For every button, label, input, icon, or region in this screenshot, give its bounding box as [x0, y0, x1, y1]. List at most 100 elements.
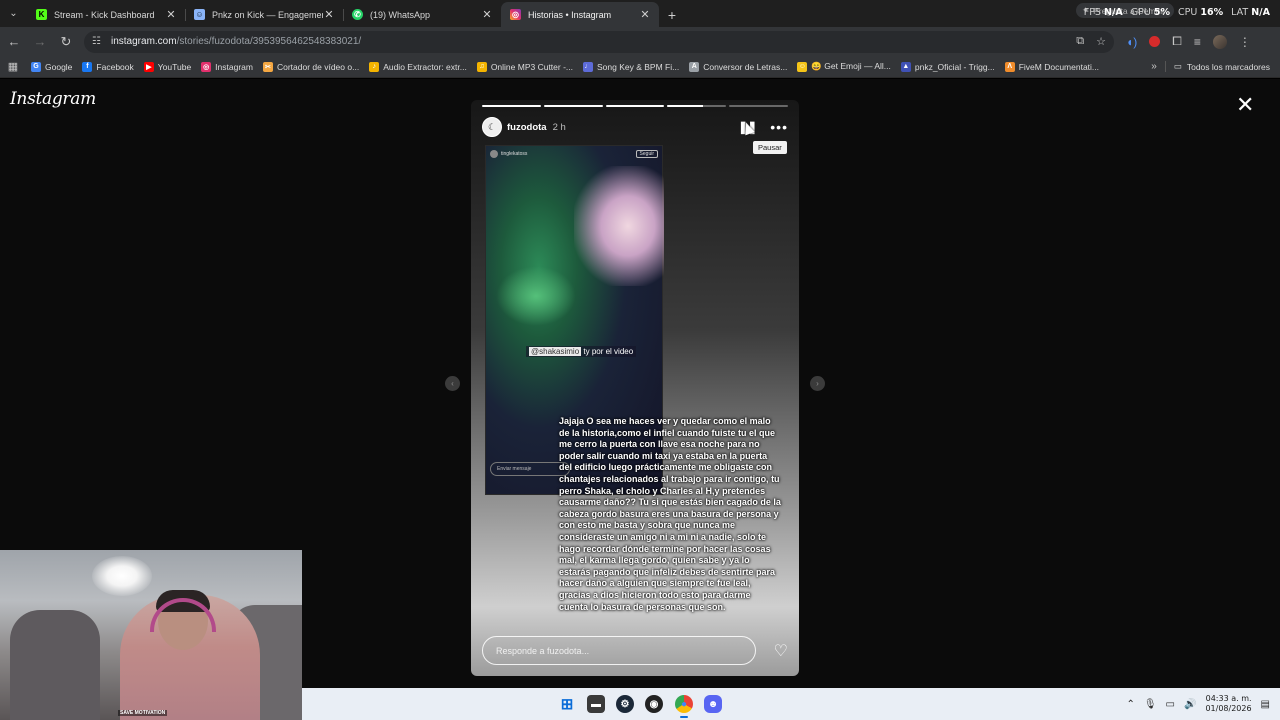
more-bookmarks-icon[interactable]: »	[1143, 61, 1165, 72]
extension-audio-icon[interactable]: ◖)	[1126, 35, 1137, 49]
tray-chevron-icon[interactable]: ⌃	[1126, 699, 1134, 710]
extensions-puzzle-icon[interactable]: ⧠	[1172, 34, 1182, 49]
progress-segment	[482, 105, 541, 107]
back-button[interactable]: ←	[2, 30, 26, 54]
windows-start-icon[interactable]: ⊞	[558, 695, 576, 713]
folder-icon: ▭	[1173, 61, 1182, 71]
file-explorer-icon[interactable]: ▬	[587, 695, 605, 713]
bookmark-item[interactable]: f Facebook	[77, 61, 138, 72]
bookmark-item[interactable]: ♩ Song Key & BPM Fi...	[578, 61, 684, 72]
bookmark-label: Cortador de vídeo o...	[276, 61, 360, 72]
progress-segment	[543, 105, 603, 107]
chrome-active-indicator	[680, 716, 688, 718]
mention-handle: @shakasimio	[529, 347, 582, 356]
reply-bar: ♡	[482, 636, 788, 665]
notifications-icon[interactable]: ▤	[1261, 699, 1270, 710]
discord-icon[interactable]: ☻	[704, 695, 722, 713]
story-username[interactable]: fuzodota	[507, 122, 547, 133]
extension-record-icon[interactable]	[1149, 36, 1161, 47]
bookmark-item[interactable]: ◎ Instagram	[196, 61, 258, 72]
bookmark-item[interactable]: ▶ YouTube	[139, 61, 196, 72]
tab-whatsapp[interactable]: ✆ (19) WhatsApp ✕	[343, 2, 501, 27]
system-tray: ⌃ 🎙 ▭ 🔊 04:33 a. m. 01/08/2026 ▤	[1126, 688, 1280, 720]
pause-tooltip: Pausar	[753, 141, 787, 154]
install-app-icon[interactable]: ⧉	[1076, 35, 1084, 48]
bookmark-item[interactable]: ♫ Online MP3 Cutter -...	[472, 61, 578, 72]
tab-engagement[interactable]: ☺ Pnkz on Kick — Engagement A ✕	[185, 2, 343, 27]
robot-icon: ☺	[194, 9, 205, 20]
bookmark-item[interactable]: G Google	[26, 61, 77, 72]
new-tab-button[interactable]: +	[659, 2, 685, 27]
kick-icon: K	[36, 9, 47, 20]
embedded-follow-button: Seguir	[635, 150, 658, 158]
bookmark-favicon-icon: ♩	[583, 61, 594, 72]
bookmark-label: Conversor de Letras...	[703, 61, 788, 72]
bookmark-item[interactable]: ♪ Audio Extractor: extr...	[364, 61, 472, 72]
apps-grid-icon[interactable]: ▦	[0, 60, 26, 73]
profile-avatar[interactable]	[1212, 34, 1227, 49]
volume-icon[interactable]: 🔊	[1184, 699, 1196, 710]
bookmarks-bar: ▦ G Google f Facebook ▶ YouTube ◎ Instagram ✂ Cor…	[0, 56, 1280, 78]
all-bookmarks-label: Todos los marcadores	[1186, 61, 1270, 72]
cpu-stat: CPU 16%	[1178, 7, 1224, 18]
close-story-icon[interactable]: ✕	[1236, 94, 1254, 116]
browser-menu-icon[interactable]: ⋮	[1239, 35, 1251, 49]
tab-search-icon[interactable]: ⌄	[0, 0, 27, 27]
microphone-icon[interactable]: 🎙	[1144, 699, 1157, 710]
bookmark-label: 😄 Get Emoji — All...	[811, 61, 891, 71]
bookmark-item[interactable]: A Conversor de Letras...	[684, 61, 792, 72]
embedded-green-light	[496, 266, 576, 326]
webcam-caption: SAVE MOTIVATION	[118, 710, 168, 716]
tab-instagram-stories[interactable]: ◎ Historias • Instagram ✕	[501, 2, 659, 27]
close-tab-icon[interactable]: ✕	[323, 8, 335, 21]
tab-title: Stream - Kick Dashboard	[54, 9, 155, 20]
bookmark-item[interactable]: ✂ Cortador de vídeo o...	[258, 61, 364, 72]
previous-story-button[interactable]: ‹	[445, 376, 460, 391]
bookmark-favicon-icon: G	[31, 61, 41, 72]
bookmark-favicon-icon: ▲	[900, 61, 911, 72]
more-options-icon[interactable]: •••	[770, 119, 788, 135]
embedded-mention-sticker: @shakasimio ty por el video	[526, 346, 637, 357]
embedded-username: tinglekatoss	[501, 151, 528, 157]
media-controls-icon[interactable]: ≡	[1194, 35, 1201, 49]
clock-time: 04:33 a. m.	[1205, 694, 1252, 703]
bookmark-label: FiveM Documentati...	[1018, 61, 1100, 72]
reload-button[interactable]: ↻	[54, 30, 78, 54]
embedded-highlight	[574, 166, 664, 286]
bookmark-label: Audio Extractor: extr...	[383, 61, 467, 72]
close-tab-icon[interactable]: ✕	[481, 8, 493, 21]
instagram-logo[interactable]: Instagram	[10, 89, 96, 109]
heart-icon[interactable]: ♡	[774, 641, 788, 661]
bookmark-item[interactable]: Λ FiveM Documentati...	[1000, 61, 1104, 72]
bookmark-item[interactable]: ☺ 😄 Get Emoji — All...	[792, 61, 896, 72]
next-story-button[interactable]: ›	[810, 376, 825, 391]
forward-button[interactable]: →	[28, 30, 52, 54]
site-info-icon[interactable]: ☷	[92, 36, 106, 47]
bookmark-star-icon[interactable]: ☆	[1096, 35, 1106, 48]
embedded-avatar	[490, 150, 498, 158]
bookmark-label: Online MP3 Cutter -...	[490, 61, 574, 72]
bookmark-favicon-icon: f	[82, 61, 93, 72]
tab-strip: ⌄ K Stream - Kick Dashboard ✕ ☺ Pnkz on …	[0, 0, 1280, 27]
bookmark-label: Song Key & BPM Fi...	[597, 61, 680, 72]
all-bookmarks-folder[interactable]: ▭ Todos los marcadores	[1164, 61, 1280, 72]
obs-icon[interactable]: ◉	[645, 695, 663, 713]
avatar[interactable]: ☾	[482, 117, 502, 137]
tab-kick-dashboard[interactable]: K Stream - Kick Dashboard ✕	[27, 2, 185, 27]
performance-overlay: FPS N/A GPU 5% CPU 16% LAT N/A	[1084, 7, 1270, 18]
close-tab-icon[interactable]: ✕	[639, 8, 651, 21]
progress-segment	[667, 105, 727, 107]
address-bar[interactable]: ☷ instagram.com/stories/fuzodota/3953956…	[84, 30, 1114, 53]
chrome-icon[interactable]: ●	[675, 695, 693, 713]
steam-icon[interactable]: ⚙	[616, 695, 634, 713]
network-icon[interactable]: ▭	[1166, 699, 1175, 710]
system-clock[interactable]: 04:33 a. m. 01/08/2026	[1205, 694, 1251, 714]
bookmark-label: Google	[45, 61, 73, 72]
webcam-overlay: SAVE MOTIVATION	[0, 550, 302, 720]
lat-stat: LAT N/A	[1231, 7, 1270, 18]
reply-input[interactable]	[482, 636, 756, 665]
story-viewer[interactable]: ☾ fuzodota 2 h ❚❚ ••• Pausar tinglekatos…	[471, 100, 799, 676]
bookmark-item[interactable]: ▲ pnkz_Oficial - Trigg...	[896, 61, 1000, 72]
bookmark-favicon-icon: ♫	[476, 61, 487, 72]
close-tab-icon[interactable]: ✕	[165, 8, 177, 21]
